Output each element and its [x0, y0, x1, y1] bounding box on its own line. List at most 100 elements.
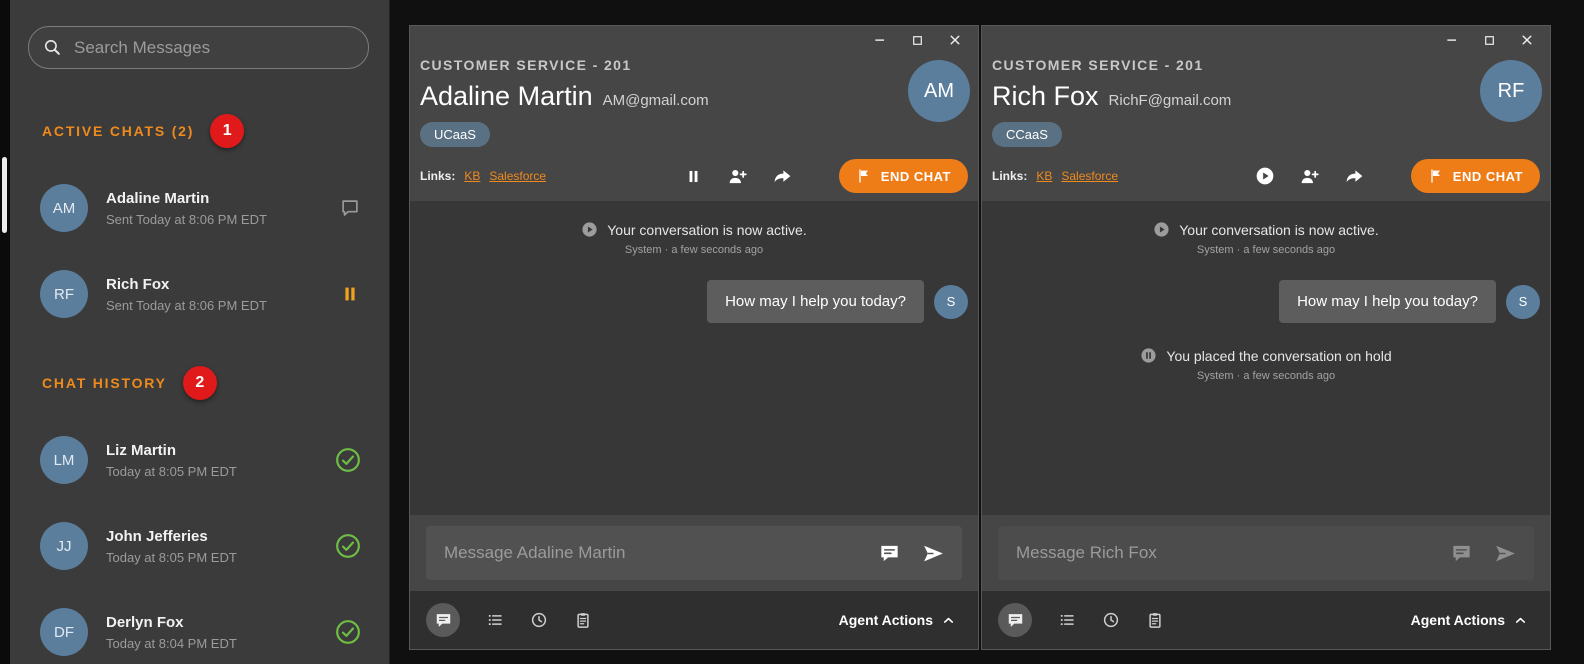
play-circle-icon	[1255, 166, 1275, 186]
send-button[interactable]	[1493, 541, 1518, 566]
hold-button[interactable]	[684, 167, 703, 186]
conversation-active-icon	[1153, 221, 1170, 238]
history-item-john[interactable]: JJ John Jefferies Today at 8:05 PM EDT	[10, 518, 389, 574]
message-input[interactable]	[442, 542, 878, 564]
contact-name: Adaline Martin	[420, 81, 593, 112]
search-input[interactable]	[72, 37, 354, 59]
history-button[interactable]	[530, 611, 548, 629]
message-status-icon	[339, 197, 361, 219]
end-chat-button[interactable]: END CHAT	[1411, 159, 1540, 193]
system-message-text: Your conversation is now active.	[1179, 222, 1378, 238]
transfer-button[interactable]	[1344, 166, 1365, 187]
chat-list-item-rich[interactable]: RF Rich Fox Sent Today at 8:06 PM EDT	[10, 266, 389, 322]
kb-link[interactable]: KB	[1036, 169, 1052, 183]
chat-header: CUSTOMER SERVICE - 201 Rich Fox RichF@gm…	[982, 54, 1550, 201]
window-minimize-button[interactable]	[1445, 33, 1459, 47]
search-box[interactable]	[28, 26, 369, 69]
message-input-bar	[410, 515, 978, 591]
details-list-button[interactable]	[486, 611, 504, 629]
chat-header: CUSTOMER SERVICE - 201 Adaline Martin AM…	[410, 54, 978, 201]
message-box[interactable]	[998, 526, 1534, 580]
end-chat-label: END CHAT	[881, 169, 951, 184]
person-add-icon	[727, 166, 748, 187]
send-icon	[1493, 541, 1518, 566]
product-tag: CCaaS	[992, 122, 1062, 147]
quick-reply-icon	[878, 542, 901, 565]
window-maximize-button[interactable]	[911, 34, 924, 47]
quick-reply-button[interactable]	[878, 542, 901, 565]
agent-actions-bar: Agent Actions	[982, 591, 1550, 649]
list-icon	[1058, 611, 1076, 629]
conversation-active-icon	[581, 221, 598, 238]
contact-name: Liz Martin	[106, 442, 237, 459]
hold-notice-meta: System · a few seconds ago	[1197, 370, 1335, 382]
completed-check-icon	[335, 619, 361, 645]
chat-tab-button[interactable]	[998, 603, 1032, 637]
salesforce-link[interactable]: Salesforce	[1061, 169, 1118, 183]
links-label: Links:	[420, 169, 455, 183]
agent-actions-button[interactable]: Agent Actions	[1405, 611, 1534, 629]
completed-check-icon	[335, 447, 361, 473]
avatar: DF	[40, 608, 88, 656]
history-item-derlyn[interactable]: DF Derlyn Fox Today at 8:04 PM EDT	[10, 604, 389, 660]
chat-window-adaline: CUSTOMER SERVICE - 201 Adaline Martin AM…	[409, 25, 979, 650]
window-minimize-button[interactable]	[873, 33, 887, 47]
contact-name: Adaline Martin	[106, 190, 267, 207]
system-message: Your conversation is now active. System …	[410, 221, 978, 256]
system-message-meta: System · a few seconds ago	[625, 244, 763, 256]
agent-actions-label: Agent Actions	[839, 612, 933, 628]
quick-reply-button[interactable]	[1450, 542, 1473, 565]
agent-avatar: S	[1506, 285, 1540, 319]
window-close-button[interactable]	[1520, 33, 1534, 47]
agent-actions-bar: Agent Actions	[410, 591, 978, 649]
notes-button[interactable]	[574, 611, 592, 629]
contact-name: Rich Fox	[106, 276, 267, 293]
contact-name: Derlyn Fox	[106, 614, 237, 631]
contact-time: Sent Today at 8:06 PM EDT	[106, 212, 267, 227]
system-message-text: Your conversation is now active.	[607, 222, 806, 238]
chat-list-item-adaline[interactable]: AM Adaline Martin Sent Today at 8:06 PM …	[10, 180, 389, 236]
contact-name: Rich Fox	[992, 81, 1099, 112]
message-input[interactable]	[1014, 542, 1450, 564]
add-participant-button[interactable]	[727, 166, 748, 187]
chat-history-badge: 2	[183, 366, 217, 400]
history-item-liz[interactable]: LM Liz Martin Today at 8:05 PM EDT	[10, 432, 389, 488]
agent-message-bubble: How may I help you today?	[1279, 280, 1496, 323]
clipboard-icon	[574, 611, 592, 629]
add-participant-button[interactable]	[1299, 166, 1320, 187]
forward-arrow-icon	[772, 166, 793, 187]
chat-tab-button[interactable]	[426, 603, 460, 637]
window-close-button[interactable]	[948, 33, 962, 47]
details-list-button[interactable]	[1058, 611, 1076, 629]
send-icon	[921, 541, 946, 566]
salesforce-link[interactable]: Salesforce	[489, 169, 546, 183]
active-chats-section-header: ACTIVE CHATS (2) 1	[42, 113, 389, 149]
agent-actions-button[interactable]: Agent Actions	[833, 611, 962, 629]
scrollbar-thumb[interactable]	[2, 157, 7, 233]
conversation-area: Your conversation is now active. System …	[982, 201, 1550, 515]
notes-button[interactable]	[1146, 611, 1164, 629]
contact-email: RichF@gmail.com	[1109, 92, 1232, 109]
left-scroll-rail[interactable]	[0, 0, 10, 664]
message-input-bar	[982, 515, 1550, 591]
agent-message-row: How may I help you today? S	[410, 280, 978, 323]
person-add-icon	[1299, 166, 1320, 187]
transfer-button[interactable]	[772, 166, 793, 187]
message-box[interactable]	[426, 526, 962, 580]
active-chats-heading: ACTIVE CHATS (2)	[42, 123, 194, 139]
send-button[interactable]	[921, 541, 946, 566]
contact-time: Today at 8:04 PM EDT	[106, 636, 237, 651]
history-clock-icon	[1102, 611, 1120, 629]
history-button[interactable]	[1102, 611, 1120, 629]
end-chat-button[interactable]: END CHAT	[839, 159, 968, 193]
forward-arrow-icon	[1344, 166, 1365, 187]
avatar: RF	[40, 270, 88, 318]
resume-button[interactable]	[1255, 166, 1275, 186]
product-tag: UCaaS	[420, 122, 490, 147]
system-message-meta: System · a few seconds ago	[1197, 244, 1335, 256]
contact-avatar: AM	[908, 60, 970, 122]
hold-pause-icon	[1140, 347, 1157, 364]
kb-link[interactable]: KB	[464, 169, 480, 183]
window-maximize-button[interactable]	[1483, 34, 1496, 47]
queue-label: CUSTOMER SERVICE - 201	[420, 57, 968, 73]
